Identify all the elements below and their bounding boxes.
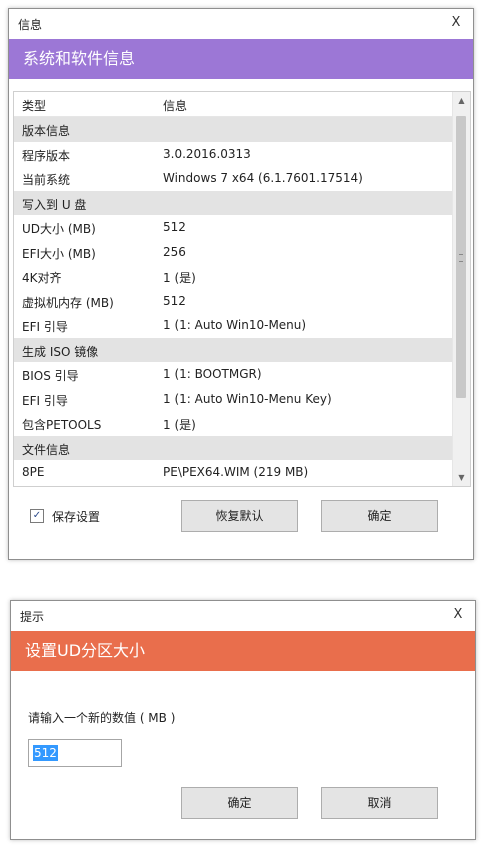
partition-size-input[interactable]: 512	[28, 739, 122, 767]
row-type-cell: UD大小 (MB)	[22, 222, 96, 236]
section-label: 写入到 U 盘	[22, 197, 87, 212]
table-row[interactable]: 虚拟机内存 (MB) 512	[14, 289, 453, 314]
row-type-cell: 虚拟机内存 (MB)	[22, 295, 114, 310]
scrollbar-grip-icon	[459, 254, 463, 262]
section-label: 版本信息	[22, 124, 71, 138]
table-section-row[interactable]: 写入到 U 盘	[14, 190, 453, 215]
row-value-cell: 1 (是)	[163, 271, 196, 285]
section-label: 文件信息	[22, 442, 71, 457]
ok-button[interactable]: 确定	[321, 500, 438, 532]
info-dialog-titlebar: 信息 X	[9, 9, 473, 39]
row-value-cell: 256	[163, 244, 186, 259]
scrollbar-thumb[interactable]	[456, 116, 466, 398]
table-row[interactable]: UD大小 (MB) 512	[14, 215, 453, 240]
scroll-up-arrow-icon[interactable]: ▲	[453, 92, 470, 109]
table-row[interactable]: 包含PETOOLS 1 (是)	[14, 411, 453, 436]
info-dialog-title: 信息	[18, 18, 43, 32]
table-row[interactable]: 程序版本 3.0.2016.0313	[14, 142, 453, 167]
prompt-dialog-titlebar: 提示 X	[11, 601, 475, 631]
table-section-row[interactable]: 版本信息	[14, 117, 453, 142]
scroll-down-arrow-icon[interactable]: ▼	[453, 469, 470, 486]
info-dialog-banner: 系统和软件信息	[9, 39, 473, 79]
save-settings-label[interactable]: 保存设置	[52, 508, 100, 525]
section-label: 生成 ISO 镜像	[22, 344, 99, 359]
row-value-cell: 1 (1: BOOTMGR)	[163, 367, 262, 381]
row-value-cell: 512	[163, 220, 186, 234]
column-header-info[interactable]: 信息	[163, 97, 187, 114]
prompt-dialog: 提示 X 设置UD分区大小 请输入一个新的数值 ( MB ) 512 确定 取消	[10, 600, 476, 840]
row-type-cell: 4K对齐	[22, 271, 62, 285]
info-table[interactable]: 类型 信息 版本信息程序版本 3.0.2016.0313 当前系统 Windows 7…	[13, 91, 471, 487]
column-header-type[interactable]: 类型	[22, 97, 46, 114]
cancel-button[interactable]: 取消	[321, 787, 438, 819]
restore-default-button[interactable]: 恢复默认	[181, 500, 298, 532]
prompt-dialog-title: 提示	[20, 610, 45, 624]
save-settings-checkbox[interactable]: ✓	[30, 509, 44, 523]
table-header: 类型 信息	[14, 92, 453, 117]
row-value-cell: 1 (是)	[163, 418, 196, 432]
row-value-cell: Windows 7 x64 (6.1.7601.17514)	[163, 171, 363, 185]
row-value-cell: 512	[163, 293, 186, 308]
row-type-cell: 8PE	[22, 465, 45, 479]
vertical-scrollbar[interactable]: ▲ ▼	[452, 92, 470, 486]
table-section-row[interactable]: 生成 ISO 镜像	[14, 337, 453, 362]
row-type-cell: EFI 引导	[22, 320, 68, 334]
partition-size-value[interactable]: 512	[33, 745, 58, 761]
row-type-cell: BIOS 引导	[22, 369, 79, 383]
table-row[interactable]: 当前系统 Windows 7 x64 (6.1.7601.17514)	[14, 166, 453, 191]
table-row[interactable]: 8PE PE\PEX64.WIM (219 MB)	[14, 460, 453, 485]
table-row[interactable]: EFI 引导 1 (1: Auto Win10-Menu)	[14, 313, 453, 338]
row-type-cell: 程序版本	[22, 148, 71, 163]
table-section-row[interactable]: 文件信息	[14, 435, 453, 460]
row-value-cell: 1 (1: Auto Win10-Menu Key)	[163, 391, 332, 406]
table-row[interactable]: 4K对齐 1 (是)	[14, 264, 453, 289]
row-value-cell: PE\PEX64.WIM (219 MB)	[163, 465, 309, 479]
close-icon[interactable]: X	[447, 14, 465, 32]
ok-button[interactable]: 确定	[181, 787, 298, 819]
table-row[interactable]: BIOS 引导 1 (1: BOOTMGR)	[14, 362, 453, 387]
info-dialog: 信息 X 系统和软件信息 类型 信息 版本信息程序版本 3.0.2016.0313…	[8, 8, 474, 560]
row-type-cell: 包含PETOOLS	[22, 418, 102, 432]
table-row[interactable]: EFI 引导 1 (1: Auto Win10-Menu Key)	[14, 387, 453, 412]
row-type-cell: EFI 引导	[22, 393, 68, 408]
prompt-dialog-banner: 设置UD分区大小	[11, 631, 475, 671]
row-value-cell: 1 (1: Auto Win10-Menu)	[163, 318, 307, 332]
table-row[interactable]: EFI大小 (MB) 256	[14, 240, 453, 265]
row-value-cell: 3.0.2016.0313	[163, 146, 251, 161]
table-body: 版本信息程序版本 3.0.2016.0313 当前系统 Windows 7 x64 (…	[14, 117, 453, 486]
row-type-cell: EFI大小 (MB)	[22, 246, 96, 261]
close-icon[interactable]: X	[449, 606, 467, 624]
prompt-text: 请输入一个新的数值 ( MB )	[28, 711, 176, 725]
row-type-cell: 当前系统	[22, 173, 71, 187]
